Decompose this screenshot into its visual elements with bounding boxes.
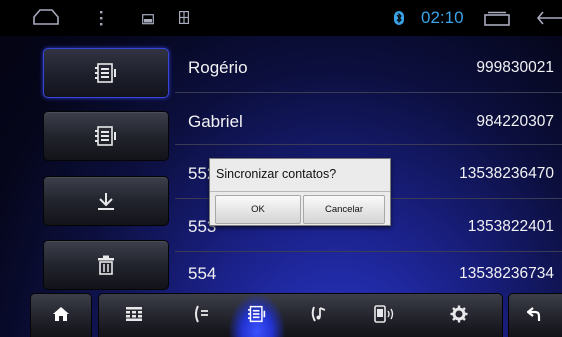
contact-phone: 13538236734 <box>459 265 554 282</box>
bottom-bar <box>0 293 562 337</box>
contacts-icon <box>44 49 168 97</box>
contacts-phone-button[interactable] <box>43 111 169 161</box>
phone-audio-icon <box>374 304 396 328</box>
contacts-icon <box>248 305 266 328</box>
settings-icon <box>450 305 468 328</box>
download-button[interactable] <box>43 176 169 226</box>
contact-phone: 13538236470 <box>459 165 554 182</box>
clock: 02:10 <box>421 8 464 27</box>
contact-row[interactable]: 554 13538236734 <box>175 250 562 298</box>
delete-button[interactable] <box>43 240 169 290</box>
screen: 02:10 Rogério 999830021 Gabriel 98422030… <box>0 0 562 337</box>
cancel-button[interactable]: Cancelar <box>303 195 385 224</box>
contacts-tab-button[interactable] <box>229 294 285 337</box>
dialog-divider <box>210 191 390 192</box>
home-icon <box>52 306 70 327</box>
trash-icon <box>44 241 168 289</box>
home-button[interactable] <box>30 293 92 337</box>
back-arrow-icon[interactable] <box>536 10 562 31</box>
contact-name: 554 <box>188 264 217 283</box>
call-log-button[interactable] <box>177 294 225 337</box>
keypad-icon <box>126 306 142 326</box>
image-icon <box>179 11 190 29</box>
phone-audio-button[interactable] <box>361 294 409 337</box>
screen-icon <box>142 12 154 30</box>
download-icon <box>44 177 168 225</box>
keypad-button[interactable] <box>110 294 158 337</box>
contacts-sync-button[interactable] <box>43 48 169 98</box>
contact-row[interactable]: Rogério 999830021 <box>175 44 562 93</box>
recent-apps-icon[interactable] <box>482 11 512 32</box>
bluetooth-icon <box>394 11 404 30</box>
contact-phone: 1353822401 <box>467 218 554 235</box>
status-bar: 02:10 <box>0 0 562 36</box>
back-icon <box>526 306 541 327</box>
ok-button[interactable]: OK <box>215 195 301 224</box>
music-phone-icon <box>310 305 328 328</box>
call-log-icon <box>193 305 209 328</box>
settings-button[interactable] <box>435 294 483 337</box>
contact-phone: 999830021 <box>476 59 554 76</box>
music-phone-button[interactable] <box>295 294 343 337</box>
contact-name: Gabriel <box>188 112 243 131</box>
sync-dialog: Sincronizar contatos? OK Cancelar <box>209 158 391 226</box>
contact-phone: 984220307 <box>476 113 554 130</box>
back-button[interactable] <box>508 293 562 337</box>
dots-icon[interactable] <box>98 11 104 32</box>
function-bar <box>98 293 503 337</box>
home-outline-icon[interactable] <box>32 8 60 31</box>
dialog-message: Sincronizar contatos? <box>216 167 337 181</box>
contacts-icon <box>44 112 168 160</box>
contact-row[interactable]: Gabriel 984220307 <box>175 100 562 145</box>
contact-name: Rogério <box>188 58 248 77</box>
